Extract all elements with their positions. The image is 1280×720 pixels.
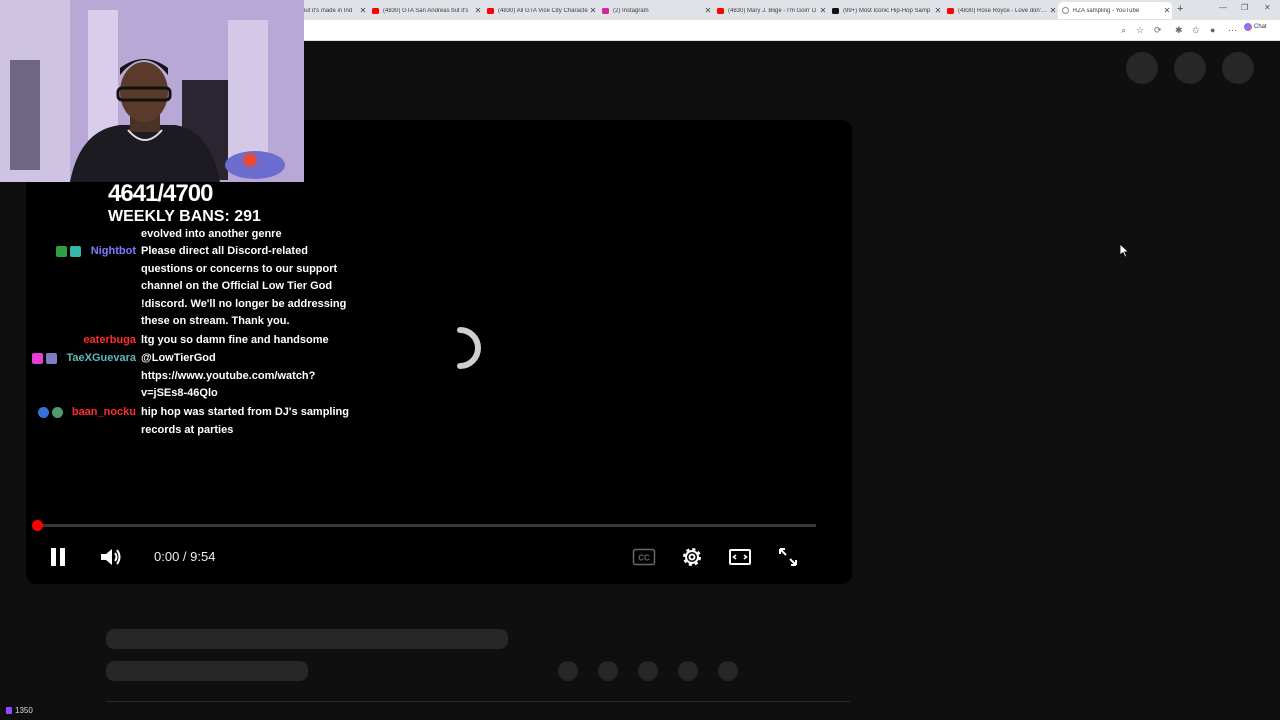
youtube-icon (947, 7, 954, 14)
divider (106, 701, 850, 702)
chat-message-text: Please direct all Discord-related questi… (141, 245, 347, 327)
tab-close-icon[interactable]: ✕ (1048, 6, 1058, 15)
copilot-icon (1244, 23, 1252, 31)
new-tab-button[interactable]: + (1177, 3, 1183, 15)
chat-message-text: ltg you so damn fine and handsome (141, 334, 329, 346)
title-skeleton (106, 629, 508, 649)
extensions-puzzle-icon[interactable]: ✱ (1175, 25, 1183, 36)
skeleton-circle (1222, 52, 1254, 84)
twitch-icon (6, 707, 12, 714)
chat-message-text: evolved into another genre (141, 228, 282, 240)
skeleton-circle (678, 661, 698, 681)
gift-badge-icon (46, 353, 57, 364)
browser-tab[interactable]: (4830) GTA San Andreas but it's ✕ (368, 2, 483, 19)
viewer-count: 1350 (6, 706, 33, 715)
time-separator: / (179, 549, 191, 564)
tab-close-icon[interactable]: ✕ (588, 6, 598, 15)
bookmark-star-icon[interactable]: ☆ (1136, 25, 1144, 36)
minimize-icon[interactable]: — (1219, 3, 1227, 12)
tab-close-icon[interactable]: ✕ (818, 6, 828, 15)
premium-badge-icon (38, 407, 49, 418)
streamer-webcam-image (0, 0, 304, 182)
svg-text:CC: CC (638, 554, 650, 563)
maximize-icon[interactable]: ❐ (1241, 3, 1248, 12)
close-window-icon[interactable]: ✕ (1264, 3, 1271, 12)
time-display: 0:00 / 9:54 (154, 549, 215, 564)
browser-tab[interactable]: (4830) All GTA Vice City Characte ✕ (483, 2, 598, 19)
tab-close-icon[interactable]: ✕ (473, 6, 483, 15)
zoom-icon[interactable]: ⌕ (1121, 25, 1126, 36)
tiktok-icon (832, 7, 839, 14)
verified-badge-icon (56, 246, 67, 257)
more-menu-icon[interactable]: ⋯ (1228, 25, 1237, 36)
captions-icon[interactable]: CC (632, 545, 656, 569)
tab-title: (4830) Rose Royce - Love don't B (958, 7, 1048, 14)
settings-gear-icon[interactable] (680, 545, 704, 569)
ban-counter: 4641/4700 (108, 180, 213, 207)
fullscreen-icon[interactable] (776, 545, 800, 569)
tab-title: (4830) GTA San Andreas but it's (383, 7, 469, 14)
chat-username: Nightbot (90, 245, 136, 257)
youtube-icon (372, 7, 379, 14)
tab-title: but it's made in Ind (302, 7, 353, 14)
tab-close-icon[interactable]: ✕ (703, 6, 713, 15)
profile-icon[interactable]: ● (1210, 25, 1215, 35)
tab-title: (99+) Most Iconic Hip-Hop Samp (843, 7, 931, 14)
skeleton-circle (598, 661, 618, 681)
skeleton-circle (638, 661, 658, 681)
extension-icon[interactable]: ⟳ (1154, 25, 1162, 36)
tab-title: (4830) Mary J. Blige - I'm Goin' D (728, 7, 817, 14)
time-current: 0:00 (154, 549, 180, 564)
viewer-count-value: 1350 (15, 706, 33, 715)
progress-scrubber[interactable] (32, 520, 43, 531)
browser-tab[interactable]: (2) Instagram ✕ (598, 2, 713, 19)
browser-tab[interactable]: but it's made in Ind ✕ (298, 2, 368, 19)
tab-close-icon[interactable]: ✕ (1162, 6, 1172, 15)
chat-message-text: @LowTierGod https://www.youtube.com/watc… (141, 352, 316, 399)
weekly-bans: WEEKLY BANS: 291 (108, 208, 261, 225)
tab-close-icon[interactable]: ✕ (358, 6, 368, 15)
youtube-icon (487, 7, 494, 14)
loading-spinner-icon (457, 327, 481, 369)
theater-mode-icon[interactable] (728, 545, 752, 569)
progress-bar[interactable] (36, 524, 816, 527)
tab-close-icon[interactable]: ✕ (933, 6, 943, 15)
volume-icon[interactable] (98, 545, 122, 569)
loading-icon (1062, 7, 1069, 14)
youtube-icon (717, 7, 724, 14)
copilot-chat-button[interactable]: Chat (1244, 23, 1267, 31)
pause-icon[interactable] (46, 545, 70, 569)
browser-tab[interactable]: (99+) Most Iconic Hip-Hop Samp ✕ (828, 2, 943, 19)
skeleton-circle (558, 661, 578, 681)
chat-username: TaeXGuevara (66, 352, 136, 364)
instagram-icon (602, 7, 609, 14)
mouse-cursor-icon (1120, 244, 1130, 258)
tab-title: (2) Instagram (613, 7, 649, 14)
chat-label: Chat (1254, 24, 1267, 30)
webcam-overlay (0, 0, 304, 182)
chat-username: eaterbuga (83, 334, 136, 346)
tab-title: (4830) All GTA Vice City Characte (498, 7, 588, 14)
chat-message-text: hip hop was started from DJ's sampling r… (141, 406, 349, 436)
skeleton-circle (1126, 52, 1158, 84)
subscriber-badge-icon (32, 353, 43, 364)
browser-tab[interactable]: (4830) Rose Royce - Love don't B ✕ (943, 2, 1058, 19)
browser-tab-active[interactable]: RZA sampling - YouTube ✕ (1058, 2, 1172, 19)
moderator-badge-icon (70, 246, 81, 257)
favorites-icon[interactable]: ✩ (1192, 25, 1200, 36)
skeleton-circle (718, 661, 738, 681)
channel-skeleton (106, 661, 308, 681)
time-total: 9:54 (190, 549, 216, 564)
tab-title: RZA sampling - YouTube (1073, 7, 1140, 14)
browser-tab[interactable]: (4830) Mary J. Blige - I'm Goin' D ✕ (713, 2, 828, 19)
chat-username: baan_nocku (71, 406, 136, 418)
skeleton-circle (1174, 52, 1206, 84)
